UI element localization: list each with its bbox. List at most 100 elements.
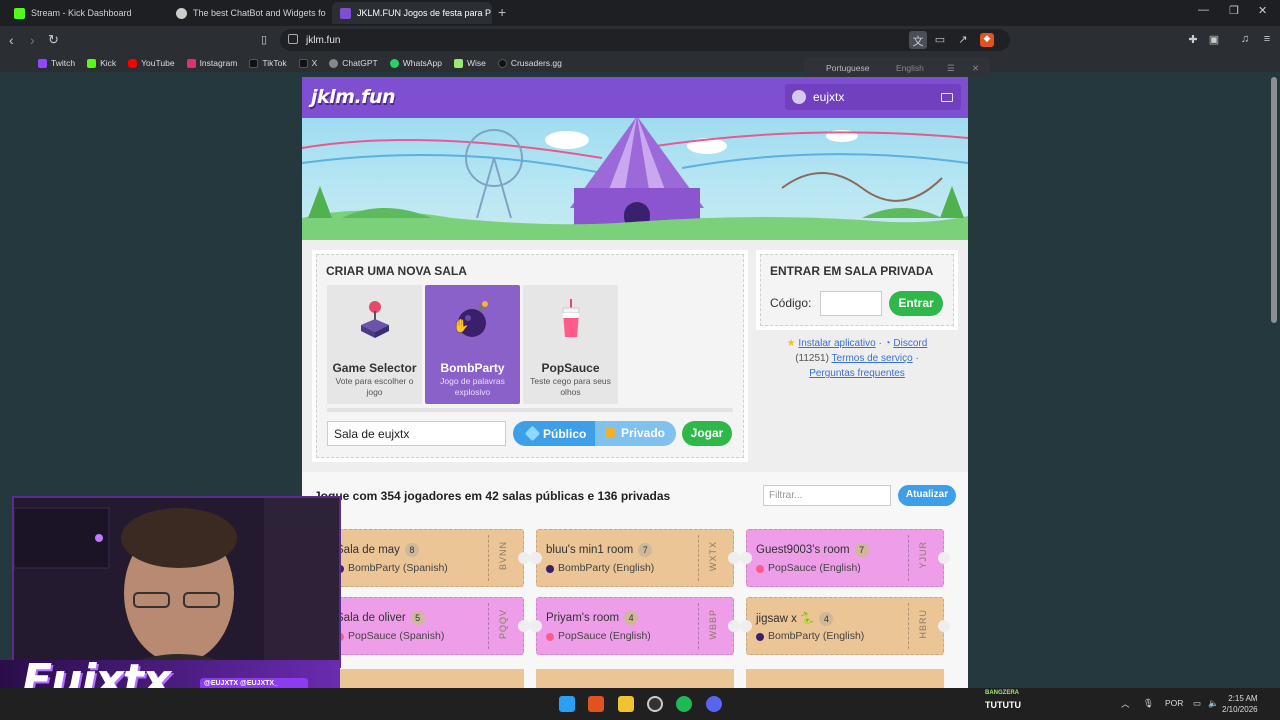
bookmark-x[interactable]: X (298, 58, 317, 68)
room-name-text: Sala de oliver (336, 612, 406, 624)
ticket-separator (488, 535, 489, 581)
bookmark-label: Twitch (51, 58, 76, 68)
bookmark-whatsapp[interactable]: WhatsApp (389, 58, 442, 68)
bookmark-chatgpt[interactable]: ChatGPT (329, 58, 378, 68)
discord-link[interactable]: Discord (893, 338, 927, 349)
private-option[interactable]: Privado (595, 421, 676, 446)
game-desc: Vote para escolher o jogo (335, 376, 414, 397)
restore-icon[interactable]: ❐ (1229, 4, 1239, 17)
horizontal-scrollbar[interactable] (327, 408, 733, 412)
play-button[interactable]: Jogar (682, 421, 732, 446)
webcam-feed (14, 498, 339, 666)
settings-card-icon[interactable] (941, 93, 953, 102)
music-icon[interactable]: ♫ (1238, 33, 1252, 47)
spotify-icon[interactable] (676, 696, 692, 712)
bookmark-label: Wise (466, 58, 486, 68)
public-option[interactable]: Público (513, 421, 595, 446)
room-ticket-partial[interactable] (326, 669, 524, 688)
translate-icon[interactable]: 文 (909, 31, 927, 49)
bookmark-icon[interactable]: ▯ (257, 33, 271, 47)
room-game: BombParty (Spanish) (348, 562, 448, 574)
game-card-game-selector[interactable]: Game Selector Vote para escolher o jogo (327, 285, 422, 404)
filter-input[interactable]: Filtrar... (763, 485, 891, 506)
site-info-icon[interactable] (288, 34, 298, 44)
room-name-input[interactable]: Sala de eujxtx (327, 421, 506, 446)
ticket-body (536, 597, 734, 655)
bookmark-crusaders[interactable]: Crusaders.gg (497, 58, 562, 68)
obs-icon[interactable] (647, 696, 663, 712)
bookmark-wise[interactable]: Wise (453, 58, 486, 68)
bombparty-icon (546, 565, 554, 573)
game-card-bombparty[interactable]: BombParty Jogo de palavras explosivo (425, 285, 520, 404)
reload-icon[interactable]: ↻ (48, 32, 59, 48)
chatbot-icon (176, 7, 187, 19)
translate-menu-icon[interactable]: ☰ (947, 63, 955, 74)
faq-link[interactable]: Perguntas frequentes (809, 368, 905, 379)
room-ticket[interactable]: Sala de may 8 BombParty (Spanish) BVNN (320, 529, 530, 587)
new-tab-button[interactable]: + (498, 4, 506, 20)
install-app-link[interactable]: Instalar aplicativo (798, 338, 875, 349)
player-count-badge: 4 (624, 611, 639, 625)
minimize-icon[interactable]: — (1198, 4, 1209, 16)
cast-icon[interactable]: ▭ (933, 33, 947, 47)
room-ticket[interactable]: Sala de oliver 5 PopSauce (Spanish) PQQV (320, 597, 530, 655)
clock[interactable]: 2:15 AM 2/10/2026 (1222, 693, 1258, 715)
tray-chevron-icon[interactable]: ︿ (1121, 698, 1130, 710)
username: eujxtx (813, 90, 845, 104)
translate-bar: Portuguese English ☰ ✕ (804, 57, 990, 77)
translate-from[interactable]: Portuguese (826, 63, 869, 73)
forward-icon[interactable]: › (30, 32, 35, 48)
room-ticket[interactable]: Guest9003's room 7 PopSauce (English) YJUR (740, 529, 950, 587)
address-bar[interactable]: jklm.fun (280, 29, 1010, 51)
room-ticket[interactable]: jigsaw x 🐍 4 BombParty (English) HBRU (740, 597, 950, 655)
brave-shield-icon[interactable]: ◆ (980, 33, 994, 47)
game-card-popsauce[interactable]: PopSauce Teste cego para seus olhos (523, 285, 618, 404)
terms-link[interactable]: Termos de serviço (832, 353, 913, 364)
browser-toolbar: ‹ › ↻ ▯ jklm.fun 文 ▭ ↗ ◆ ✚ ▣ ♫ ≡ (0, 26, 1280, 54)
brave-icon[interactable] (588, 696, 604, 712)
language-indicator[interactable]: POR (1165, 698, 1183, 708)
extensions-icon[interactable]: ✚ (1186, 33, 1200, 47)
tab-jklm[interactable]: JKLM.FUN Jogos de festa para P ✕ (332, 2, 492, 24)
enter-button[interactable]: Entrar (889, 291, 943, 316)
share-icon[interactable]: ↗ (956, 33, 970, 47)
bookmark-kick[interactable]: Kick (87, 58, 116, 68)
webcam-overlay (12, 496, 341, 668)
wallet-icon[interactable]: ▣ (1207, 33, 1221, 47)
room-ticket[interactable]: bluu's min1 room 7 BombParty (English) WXTX (530, 529, 740, 587)
ticket-separator (908, 535, 909, 581)
bookmark-twitch[interactable]: Twitch (38, 58, 75, 68)
tab-kick-dashboard[interactable]: Stream - Kick Dashboard (6, 2, 166, 24)
room-code-input[interactable] (820, 291, 882, 316)
translate-to[interactable]: English (896, 63, 924, 73)
room-ticket-partial[interactable] (746, 669, 944, 688)
drink-cup-icon (562, 299, 580, 337)
room-game: BombParty (English) (558, 562, 655, 574)
network-icon[interactable]: ▭ (1193, 698, 1201, 709)
url-text: jklm.fun (306, 34, 341, 46)
tab-chatbot[interactable]: The best ChatBot and Widgets fo (168, 2, 328, 24)
close-window-icon[interactable]: ✕ (1258, 4, 1267, 17)
bookmark-youtube[interactable]: YouTube (128, 58, 175, 68)
site-header: jklm.fun eujxtx (302, 77, 968, 118)
bookmark-tiktok[interactable]: TikTok (249, 58, 287, 68)
bookmark-instagram[interactable]: Instagram (186, 58, 237, 68)
discord-icon[interactable] (706, 696, 722, 712)
translate-close-icon[interactable]: ✕ (972, 63, 979, 74)
user-box[interactable]: eujxtx (785, 84, 961, 110)
windows-start-icon[interactable] (559, 696, 575, 712)
menu-icon[interactable]: ≡ (1260, 33, 1274, 47)
microphone-icon[interactable]: 🎙 (1143, 698, 1154, 709)
room-ticket[interactable]: Priyam's room 4 PopSauce (English) WBBP (530, 597, 740, 655)
bookmark-label: ChatGPT (342, 58, 378, 68)
file-explorer-icon[interactable] (618, 696, 634, 712)
back-icon[interactable]: ‹ (9, 32, 14, 48)
refresh-button[interactable]: Atualizar (898, 485, 956, 506)
room-name-text: Priyam's room (546, 612, 620, 624)
page-scrollbar[interactable] (1271, 77, 1277, 323)
room-ticket-partial[interactable] (536, 669, 734, 688)
volume-icon[interactable]: 🔈 (1208, 698, 1219, 709)
tab-title: The best ChatBot and Widgets fo (193, 8, 326, 18)
site-logo[interactable]: jklm.fun (311, 86, 396, 108)
ticket-separator (488, 603, 489, 649)
